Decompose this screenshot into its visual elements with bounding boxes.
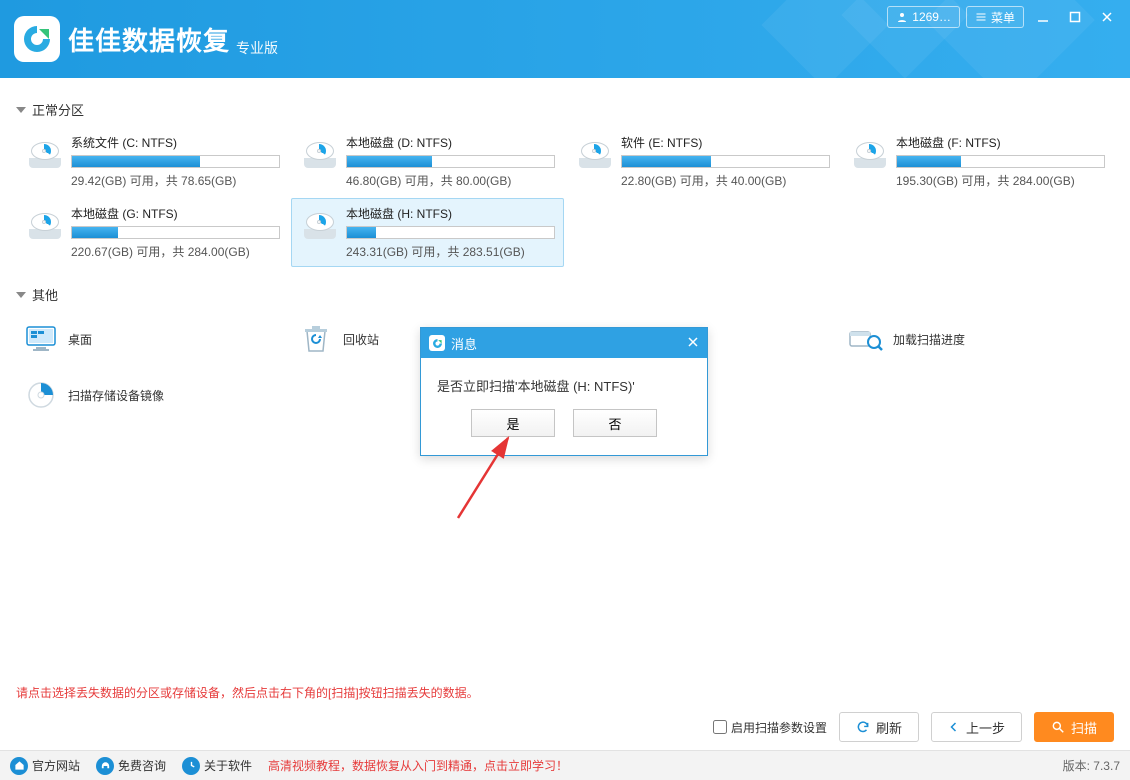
footer-version: 版本: 7.3.7 — [1063, 757, 1120, 774]
user-icon — [896, 11, 908, 23]
partition-item[interactable]: 系统文件 (C: NTFS) 29.42(GB) 可用，共 78.65(GB) — [16, 127, 289, 196]
app-header: 佳佳数据恢复 专业版 1269… 菜单 — [0, 0, 1130, 78]
partition-name: 本地磁盘 (H: NTFS) — [346, 205, 555, 222]
partition-item[interactable]: 本地磁盘 (F: NTFS) 195.30(GB) 可用，共 284.00(GB… — [841, 127, 1114, 196]
minimize-button[interactable] — [1030, 6, 1056, 28]
headset-icon — [96, 757, 114, 775]
other-item-desktop[interactable]: 桌面 — [16, 312, 289, 366]
app-title: 佳佳数据恢复 — [68, 21, 230, 58]
maximize-button[interactable] — [1062, 6, 1088, 28]
drive-icon — [300, 205, 340, 245]
dialog-yes-button[interactable]: 是 — [471, 409, 555, 437]
usage-bar — [896, 155, 1105, 168]
other-item-load-progress[interactable]: 加载扫描进度 — [841, 312, 1114, 366]
partition-name: 本地磁盘 (F: NTFS) — [896, 134, 1105, 151]
chevron-down-icon — [16, 107, 26, 113]
drive-icon — [575, 134, 615, 174]
refresh-button[interactable]: 刷新 — [839, 712, 919, 742]
section-partitions: 正常分区 系统文件 (C: NTFS) 29.42(GB) 可用，共 78.65… — [16, 100, 1114, 267]
logo-icon — [14, 16, 60, 62]
action-bar: 启用扫描参数设置 刷新 上一步 扫描 — [713, 712, 1114, 742]
load-progress-icon — [849, 322, 883, 356]
close-icon — [687, 336, 699, 348]
partition-stats: 22.80(GB) 可用，共 40.00(GB) — [621, 172, 830, 189]
usage-bar — [71, 226, 280, 239]
minimize-icon — [1037, 11, 1049, 23]
drive-icon — [300, 134, 340, 174]
section-title-partitions[interactable]: 正常分区 — [16, 100, 1114, 119]
refresh-icon — [856, 720, 870, 734]
home-icon — [10, 757, 28, 775]
usage-bar — [621, 155, 830, 168]
usage-bar — [346, 155, 555, 168]
footer-link-site[interactable]: 官方网站 — [10, 757, 80, 775]
footer: 官方网站 免费咨询 关于软件 高清视频教程，数据恢复从入门到精通，点击立即学习！… — [0, 750, 1130, 780]
enable-scan-params-checkbox[interactable] — [713, 720, 727, 734]
recycle-icon — [299, 322, 333, 356]
dialog-title: 消息 — [451, 334, 477, 353]
prev-step-button[interactable]: 上一步 — [931, 712, 1022, 742]
dialog-close-button[interactable] — [687, 336, 699, 351]
dialog-titlebar[interactable]: 消息 — [421, 328, 707, 358]
close-icon — [1101, 11, 1113, 23]
dialog-icon — [429, 335, 445, 351]
other-item-label: 加载扫描进度 — [893, 331, 965, 348]
partition-name: 软件 (E: NTFS) — [621, 134, 830, 151]
partition-stats: 195.30(GB) 可用，共 284.00(GB) — [896, 172, 1105, 189]
menu-button[interactable]: 菜单 — [966, 6, 1024, 28]
confirm-dialog: 消息 是否立即扫描'本地磁盘 (H: NTFS)' 是 否 — [420, 327, 708, 456]
footer-tutorial-link[interactable]: 高清视频教程，数据恢复从入门到精通，点击立即学习！ — [268, 757, 568, 774]
partition-stats: 220.67(GB) 可用，共 284.00(GB) — [71, 243, 280, 260]
desktop-icon — [24, 322, 58, 356]
chevron-down-icon — [16, 292, 26, 298]
partition-name: 系统文件 (C: NTFS) — [71, 134, 280, 151]
partition-item[interactable]: 软件 (E: NTFS) 22.80(GB) 可用，共 40.00(GB) — [566, 127, 839, 196]
scan-image-icon — [24, 378, 58, 412]
app-edition: 专业版 — [236, 38, 278, 78]
window-controls: 1269… 菜单 — [887, 6, 1120, 28]
dialog-no-button[interactable]: 否 — [573, 409, 657, 437]
usage-bar — [71, 155, 280, 168]
other-item-label: 扫描存储设备镜像 — [68, 387, 164, 404]
enable-scan-params[interactable]: 启用扫描参数设置 — [713, 719, 827, 736]
drive-icon — [25, 205, 65, 245]
other-item-scan-image[interactable]: 扫描存储设备镜像 — [16, 368, 289, 422]
scan-button[interactable]: 扫描 — [1034, 712, 1114, 742]
partition-stats: 46.80(GB) 可用，共 80.00(GB) — [346, 172, 555, 189]
menu-icon — [975, 11, 987, 23]
footer-link-about[interactable]: 关于软件 — [182, 757, 252, 775]
partition-name: 本地磁盘 (D: NTFS) — [346, 134, 555, 151]
drive-icon — [850, 134, 890, 174]
partition-item[interactable]: 本地磁盘 (H: NTFS) 243.31(GB) 可用，共 283.51(GB… — [291, 198, 564, 267]
partition-stats: 243.31(GB) 可用，共 283.51(GB) — [346, 243, 555, 260]
other-item-label: 桌面 — [68, 331, 92, 348]
user-badge[interactable]: 1269… — [887, 6, 960, 28]
instruction-tip: 请点击选择丢失数据的分区或存储设备，然后点击右下角的[扫描]按钮扫描丢失的数据。 — [16, 684, 479, 701]
chevron-left-icon — [948, 721, 960, 733]
partition-item[interactable]: 本地磁盘 (G: NTFS) 220.67(GB) 可用，共 284.00(GB… — [16, 198, 289, 267]
partition-name: 本地磁盘 (G: NTFS) — [71, 205, 280, 222]
maximize-icon — [1069, 11, 1081, 23]
info-icon — [182, 757, 200, 775]
usage-bar — [346, 226, 555, 239]
partition-stats: 29.42(GB) 可用，共 78.65(GB) — [71, 172, 280, 189]
footer-link-consult[interactable]: 免费咨询 — [96, 757, 166, 775]
drive-icon — [25, 134, 65, 174]
search-icon — [1051, 720, 1065, 734]
other-item-label: 回收站 — [343, 331, 379, 348]
partition-item[interactable]: 本地磁盘 (D: NTFS) 46.80(GB) 可用，共 80.00(GB) — [291, 127, 564, 196]
close-button[interactable] — [1094, 6, 1120, 28]
section-title-other[interactable]: 其他 — [16, 285, 1114, 304]
dialog-message: 是否立即扫描'本地磁盘 (H: NTFS)' — [421, 358, 707, 409]
